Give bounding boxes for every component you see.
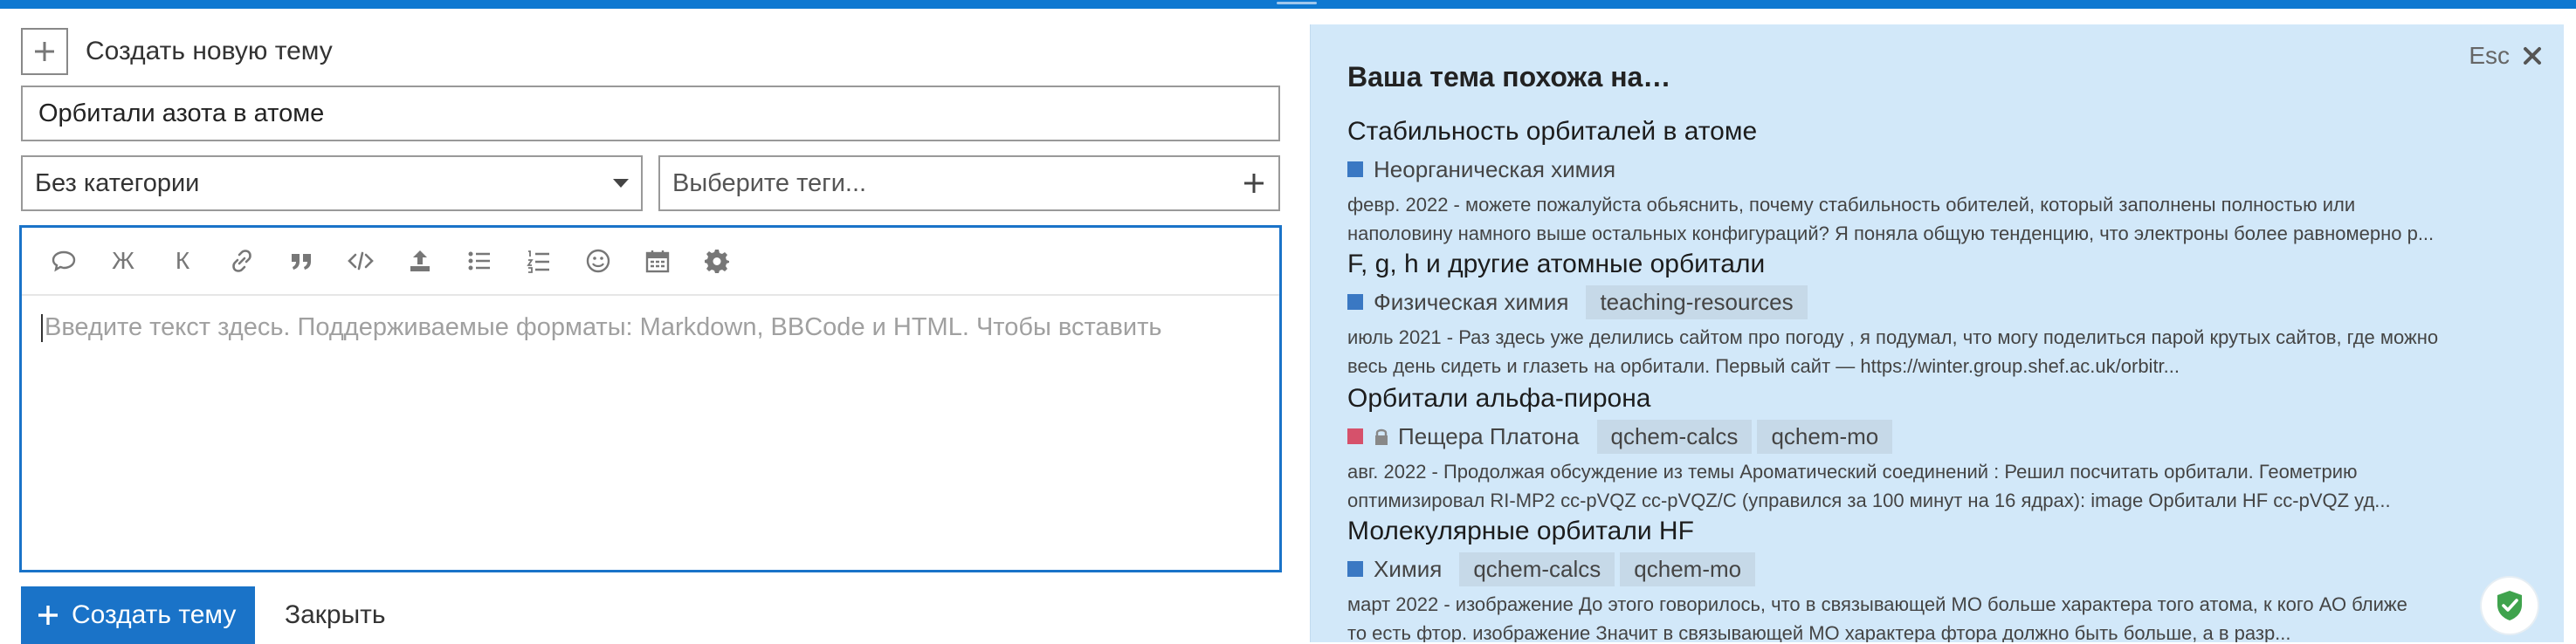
topic-excerpt-line: авг. 2022 - Продолжая обсуждение из темы… (1347, 461, 2358, 483)
plus-icon (38, 606, 58, 625)
topic-excerpt-line: июль 2021 - Раз здесь уже делились сайто… (1347, 326, 2439, 348)
similar-topic-3[interactable]: Орбитали альфа-пирона Пещера Платона qch… (1347, 384, 2545, 515)
category-color-badge (1347, 161, 1363, 177)
composer-header-label: Создать новую тему (86, 37, 333, 65)
topic-tag[interactable]: qchem-calcs (1459, 552, 1615, 586)
topic-category[interactable]: Химия (1374, 556, 1442, 583)
topic-excerpt-line: февр. 2022 - можете пожалуйста обьяснить… (1347, 194, 2356, 216)
date-button[interactable] (628, 239, 687, 283)
esc-label: Esc (2469, 42, 2510, 69)
create-topic-button[interactable]: Создать тему (21, 586, 255, 644)
code-button[interactable] (331, 239, 390, 283)
topic-excerpt: июль 2021 - Раз здесь уже делились сайто… (1347, 323, 2545, 380)
category-select[interactable]: Без категории (21, 155, 643, 211)
topic-excerpt-line: оптимизировал RI-MP2 cc-pVQZ cc-pVQZ/C (… (1347, 490, 2391, 511)
lock-icon (1375, 428, 1388, 445)
category-select-value: Без категории (35, 168, 200, 197)
bold-button[interactable]: Ж (93, 239, 153, 283)
topic-title-input[interactable]: Орбитали азота в атоме (21, 86, 1280, 141)
blockquote-button[interactable] (272, 239, 331, 283)
post-editor: Ж К Введите текст здесь. Поддерживаемые … (19, 225, 1282, 572)
text-cursor (41, 313, 43, 342)
dismiss-button[interactable]: Esc (2469, 42, 2543, 70)
topic-title[interactable]: Стабильность орбиталей в атоме (1347, 117, 2545, 147)
smiley-icon (586, 249, 610, 273)
topic-excerpt: февр. 2022 - можете пожалуйста обьяснить… (1347, 190, 2545, 248)
topic-tag[interactable]: qchem-mo (1757, 419, 1893, 454)
category-color-badge (1347, 561, 1363, 577)
topic-excerpt-line: то есть фтор. изображение Значит в связы… (1347, 622, 2291, 642)
similar-topic-1[interactable]: Стабильность орбиталей в атоме Неорганич… (1347, 117, 2545, 248)
topic-title[interactable]: F, g, h и другие атомные орбитали (1347, 250, 2545, 279)
resize-grip[interactable] (1277, 2, 1317, 4)
topic-meta: Пещера Платона qchem-calcs qchem-mo (1347, 419, 2545, 454)
editor-textarea[interactable]: Введите текст здесь. Поддерживаемые форм… (22, 296, 1279, 360)
chevron-down-icon (613, 179, 629, 188)
topic-tag[interactable]: qchem-mo (1620, 552, 1756, 586)
gear-icon (705, 250, 729, 273)
topic-tag[interactable]: qchem-calcs (1596, 419, 1753, 454)
similar-topic-4[interactable]: Молекулярные орбитали HF Химия qchem-cal… (1347, 517, 2545, 642)
topic-title[interactable]: Орбитали альфа-пирона (1347, 384, 2545, 414)
close-icon (2524, 47, 2541, 65)
topic-composer: Создать новую тему Орбитали азота в атом… (0, 9, 1292, 644)
link-button[interactable] (212, 239, 272, 283)
topic-title[interactable]: Молекулярные орбитали HF (1347, 517, 2545, 546)
add-tag-icon[interactable] (1242, 171, 1266, 195)
topic-meta: Неорганическая химия (1347, 154, 2545, 185)
upload-icon (410, 250, 430, 271)
numbered-list-icon (527, 250, 549, 273)
calendar-icon (645, 250, 670, 273)
category-color-badge (1347, 428, 1363, 444)
bullet-list-button[interactable] (450, 239, 509, 283)
topic-tag[interactable]: teaching-resources (1586, 284, 1808, 319)
close-button[interactable]: Закрыть (285, 600, 386, 630)
topic-meta: Химия qchem-calcs qchem-mo (1347, 552, 2545, 586)
emoji-button[interactable] (568, 239, 628, 283)
numbered-list-button[interactable] (509, 239, 568, 283)
tags-placeholder: Выберите теги... (672, 168, 867, 197)
topic-excerpt-line: наполовину намного выше остальных конфиг… (1347, 223, 2435, 244)
top-accent-bar (0, 0, 2576, 9)
editor-toolbar: Ж К (22, 228, 1279, 296)
create-topic-label: Создать тему (72, 600, 237, 629)
bullet-list-icon (468, 251, 490, 271)
italic-button[interactable]: К (153, 239, 212, 283)
link-icon (232, 250, 251, 272)
shield-check-icon (2497, 591, 2522, 620)
quote-icon (292, 254, 311, 270)
composer-header: Создать новую тему (21, 28, 333, 75)
speech-bubble-icon (52, 250, 76, 272)
quote-bubble-button[interactable] (34, 239, 93, 283)
topic-category[interactable]: Пещера Платона (1398, 423, 1580, 450)
topic-excerpt-line: март 2022 - изображение До этого говорил… (1347, 593, 2407, 615)
composer-actions: Создать тему Закрыть (21, 586, 386, 644)
editor-placeholder: Введите текст здесь. Поддерживаемые форм… (45, 313, 1162, 341)
topic-category[interactable]: Физическая химия (1374, 289, 1568, 316)
code-icon (348, 251, 374, 271)
similar-topics-title: Ваша тема похожа на… (1347, 61, 1671, 92)
topic-excerpt-line: весь день сидеть и глазеть на орбитали. … (1347, 355, 2180, 377)
topic-category[interactable]: Неорганическая химия (1374, 156, 1615, 183)
category-color-badge (1347, 294, 1363, 310)
similar-topic-2[interactable]: F, g, h и другие атомные орбитали Физиче… (1347, 250, 2545, 380)
similar-topics-panel: Esc Ваша тема похожа на… Стабильность ор… (1310, 24, 2564, 642)
topic-meta: Физическая химия teaching-resources (1347, 284, 2545, 319)
topic-excerpt: март 2022 - изображение До этого говорил… (1347, 590, 2545, 642)
upload-button[interactable] (390, 239, 450, 283)
security-shield-badge[interactable] (2482, 578, 2538, 634)
tags-input[interactable]: Выберите теги... (658, 155, 1280, 211)
plus-icon (21, 28, 68, 75)
topic-excerpt: авг. 2022 - Продолжая обсуждение из темы… (1347, 457, 2545, 515)
options-button[interactable] (687, 239, 747, 283)
